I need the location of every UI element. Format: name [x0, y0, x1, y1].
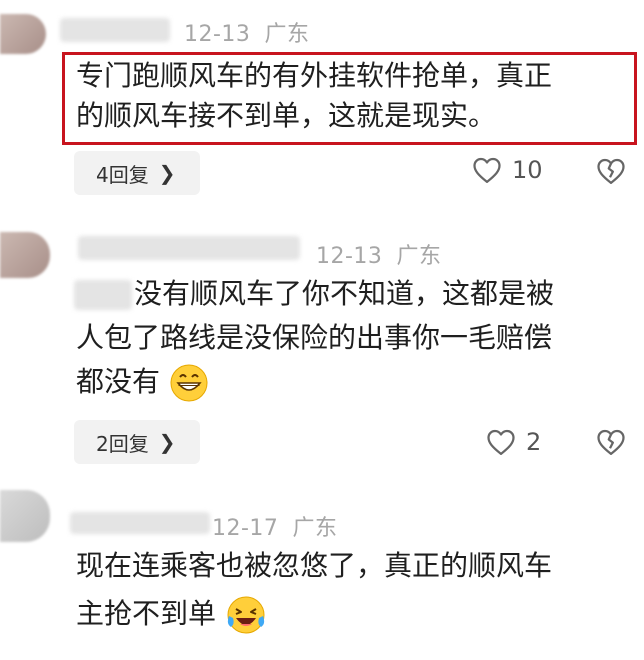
comment-date: 12-13	[316, 244, 383, 269]
dislike-button[interactable]	[596, 428, 626, 460]
avatar[interactable]	[0, 14, 46, 54]
avatar[interactable]	[0, 232, 50, 278]
chevron-right-icon: ❯	[158, 430, 176, 454]
comment-line: 的顺风车接不到单，这就是现实。	[76, 99, 497, 132]
comment-location: 广东	[264, 22, 310, 47]
heart-outline-icon	[473, 157, 501, 183]
comment-date: 12-13	[184, 22, 251, 47]
chevron-right-icon: ❯	[158, 161, 176, 185]
comment-date: 12-17	[212, 516, 279, 541]
broken-heart-icon	[597, 158, 625, 184]
comment-line-wrap: 都没有	[76, 362, 554, 403]
like-button[interactable]: 2	[486, 428, 541, 456]
heart-outline-icon	[487, 429, 515, 455]
username-blurred[interactable]	[70, 512, 210, 534]
laughing-crying-emoji-icon	[227, 596, 265, 634]
comment-line: 没有顺风车了你不知道，这都是被	[134, 277, 555, 310]
comment-line: 都没有	[76, 365, 161, 398]
comment-text: 没有顺风车了你不知道，这都是被 人包了路线是没保险的出事你一毛赔偿 都没有	[76, 274, 554, 403]
comment-line: 人包了路线是没保险的出事你一毛赔偿	[76, 321, 553, 354]
comment-text: 专门跑顺风车的有外挂软件抢单，真正 的顺风车接不到单，这就是现实。	[76, 56, 552, 136]
broken-heart-icon	[597, 429, 625, 455]
like-count: 2	[526, 428, 542, 456]
grinning-emoji-icon	[170, 364, 208, 402]
comment-line: 专门跑顺风车的有外挂软件抢单，真正	[76, 59, 553, 92]
replies-button[interactable]: 4回复 ❯	[74, 151, 200, 195]
dislike-button[interactable]	[596, 157, 626, 189]
username-blurred[interactable]	[60, 18, 170, 42]
comment-text: 现在连乘客也被忽悠了，真正的顺风车 主抢不到单	[76, 546, 552, 636]
comment-meta: 12-17 广东	[212, 510, 337, 542]
comment-line: 现在连乘客也被忽悠了，真正的顺风车	[76, 549, 553, 582]
replies-label: 2回复	[96, 431, 149, 456]
username-blurred[interactable]	[78, 236, 300, 260]
replies-button[interactable]: 2回复 ❯	[74, 420, 200, 464]
comment-meta: 12-13 广东	[316, 238, 441, 270]
comment-line-wrap: 主抢不到单	[76, 594, 552, 636]
comment-location: 广东	[396, 244, 442, 269]
comment-line: 主抢不到单	[76, 597, 217, 630]
like-count: 10	[512, 156, 543, 184]
replies-label: 4回复	[96, 162, 149, 187]
comment-location: 广东	[292, 516, 338, 541]
comment-meta: 12-13 广东	[184, 16, 309, 48]
avatar[interactable]	[0, 490, 50, 542]
like-button[interactable]: 10	[472, 156, 543, 184]
